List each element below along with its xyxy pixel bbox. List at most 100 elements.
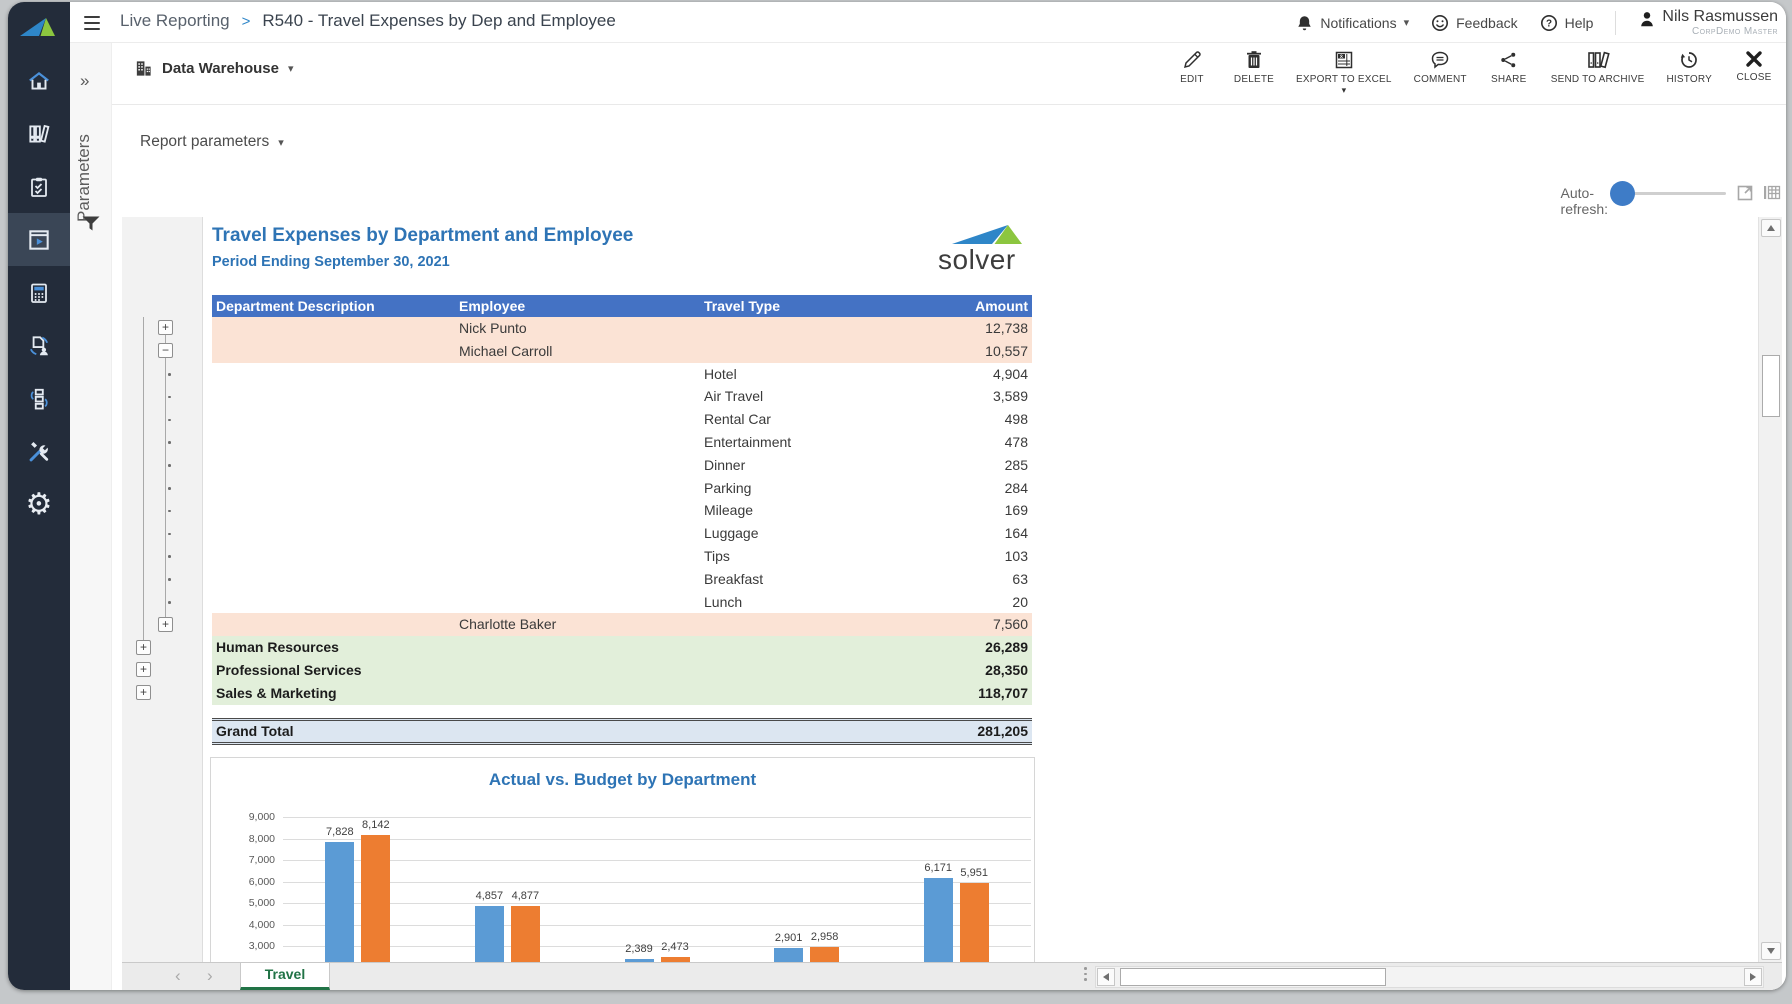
chart-gridline — [283, 882, 1031, 883]
travel-type-cell: Parking — [704, 477, 751, 500]
scroll-left-button[interactable] — [1097, 968, 1115, 986]
employee-cell: Charlotte Baker — [459, 613, 556, 636]
tab-travel[interactable]: Travel — [240, 963, 330, 990]
delete-button[interactable]: DELETE — [1228, 48, 1280, 87]
filter-funnel-icon[interactable] — [81, 215, 101, 233]
user-menu[interactable]: Nils Rasmussen CorpDemo Master — [1638, 8, 1778, 37]
y-axis-tick-label: 7,000 — [223, 854, 275, 866]
history-button[interactable]: HISTORY — [1661, 48, 1719, 87]
table-row: Sales & Marketing118,707 — [212, 682, 1032, 705]
sidebar-item-settings[interactable]: ⚙ — [8, 478, 70, 531]
chart-data-label: 4,877 — [496, 890, 554, 902]
vertical-scrollbar[interactable] — [1758, 217, 1782, 962]
expand-group-button[interactable]: + — [136, 640, 151, 655]
outline-detail-dot — [168, 533, 171, 536]
export-to-excel-button[interactable]: X̄EXPORT TO EXCEL▾ — [1290, 48, 1398, 94]
help-button[interactable]: ? Help — [1540, 14, 1594, 32]
close-button[interactable]: CLOSE — [1728, 48, 1780, 85]
y-axis-tick-label: 6,000 — [223, 876, 275, 888]
sidebar-item-tasks[interactable] — [8, 160, 70, 213]
table-row: Professional Services28,350 — [212, 659, 1032, 682]
settings-icon: ⚙ — [26, 490, 53, 520]
sidebar-item-collaboration[interactable] — [8, 319, 70, 372]
next-sheet-icon[interactable]: › — [207, 966, 213, 986]
report-page: Travel Expenses by Department and Employ… — [203, 217, 1758, 962]
outline-level1-line — [143, 317, 144, 648]
comment-button[interactable]: COMMENT — [1408, 48, 1473, 87]
sidebar-item-reporting[interactable] — [8, 213, 70, 266]
expand-parameters-icon[interactable]: » — [80, 71, 87, 91]
chart-data-label: 5,951 — [945, 867, 1003, 879]
travel-type-cell: Air Travel — [704, 385, 763, 408]
chart-bar-budget — [361, 835, 390, 962]
horizontal-scrollbar[interactable] — [1095, 966, 1764, 988]
toolbar-actions: EDIT DELETE X̄EXPORT TO EXCEL▾ COMMENT SHARE… — [1166, 48, 1780, 94]
help-icon: ? — [1540, 14, 1558, 32]
sidebar-item-documents[interactable] — [8, 107, 70, 160]
table-row: Mileage169 — [212, 499, 1032, 522]
grid-view-icon[interactable] — [1762, 182, 1782, 202]
chart-data-label: 2,473 — [646, 941, 704, 953]
comment-icon — [1430, 50, 1450, 70]
outline-detail-dot — [168, 396, 171, 399]
collapse-group-button[interactable]: − — [158, 343, 173, 358]
auto-refresh-slider[interactable] — [1614, 192, 1726, 195]
expand-group-button[interactable]: + — [158, 617, 173, 632]
sidebar-item-home[interactable] — [8, 54, 70, 107]
sidebar-item-processes[interactable] — [8, 372, 70, 425]
share-button[interactable]: SHARE — [1483, 48, 1535, 87]
grand-total-row: Grand Total 281,205 — [212, 718, 1032, 745]
notifications-button[interactable]: Notifications ▾ — [1296, 14, 1409, 32]
chart-data-label: 8,142 — [347, 819, 405, 831]
solver-app-logo-icon[interactable] — [8, 6, 70, 44]
expand-group-button[interactable]: + — [136, 662, 151, 677]
scroll-down-button[interactable] — [1761, 942, 1781, 960]
sidebar-item-tools[interactable] — [8, 425, 70, 478]
report-parameters-toggle[interactable]: Report parameters ▾ — [140, 133, 284, 151]
outline-detail-dot — [168, 578, 171, 581]
data-source-picker[interactable]: Data Warehouse ▾ — [134, 59, 294, 78]
export-to-excel-label: EXPORT TO EXCEL — [1296, 74, 1392, 85]
travel-type-cell: Hotel — [704, 363, 737, 386]
table-row: Human Resources26,289 — [212, 636, 1032, 659]
breadcrumb-section[interactable]: Live Reporting — [120, 11, 230, 31]
popout-icon[interactable] — [1736, 182, 1756, 202]
vertical-scroll-thumb[interactable] — [1762, 355, 1780, 417]
expand-group-button[interactable]: + — [136, 685, 151, 700]
y-axis-tick-label: 3,000 — [223, 940, 275, 952]
col-header-amount: Amount — [822, 295, 1028, 317]
amount-cell: 7,560 — [822, 613, 1028, 636]
bell-icon — [1296, 14, 1313, 32]
outline-gutter: + − + + + + — [122, 217, 203, 962]
scroll-right-button[interactable] — [1744, 968, 1762, 986]
close-label: CLOSE — [1737, 72, 1772, 83]
table-row: Nick Punto12,738 — [212, 317, 1032, 340]
auto-refresh-slider-knob[interactable] — [1610, 181, 1635, 206]
amount-cell: 164 — [822, 522, 1028, 545]
amount-cell: 63 — [822, 568, 1028, 591]
send-to-archive-label: SEND TO ARCHIVE — [1551, 74, 1645, 85]
close-icon — [1745, 50, 1763, 68]
send-to-archive-button[interactable]: SEND TO ARCHIVE — [1545, 48, 1651, 87]
amount-cell: 28,350 — [822, 659, 1028, 682]
pane-splitter-handle[interactable] — [1084, 967, 1087, 981]
scroll-up-button[interactable] — [1761, 219, 1781, 237]
main-content: Data Warehouse ▾ EDIT DELETE X̄EXPORT TO E… — [112, 43, 1786, 990]
sidebar-item-budgeting[interactable] — [8, 266, 70, 319]
outline-detail-dot — [168, 419, 171, 422]
amount-cell: 284 — [822, 477, 1028, 500]
top-header: Live Reporting > R540 - Travel Expenses … — [70, 2, 1786, 43]
chart-data-label: 2,958 — [796, 931, 854, 943]
horizontal-scroll-thumb[interactable] — [1120, 968, 1386, 986]
travel-type-cell: Entertainment — [704, 431, 791, 454]
edit-button[interactable]: EDIT — [1166, 48, 1218, 87]
travel-type-cell: Luggage — [704, 522, 759, 545]
chart-gridline — [283, 903, 1031, 904]
previous-sheet-icon[interactable]: ‹ — [175, 966, 181, 986]
table-row: Luggage 164 — [212, 522, 1032, 545]
feedback-button[interactable]: Feedback — [1431, 14, 1517, 32]
menu-icon[interactable] — [84, 12, 106, 32]
expand-group-button[interactable]: + — [158, 320, 173, 335]
tasks-icon — [27, 174, 51, 200]
breadcrumb-separator-icon: > — [242, 13, 251, 30]
